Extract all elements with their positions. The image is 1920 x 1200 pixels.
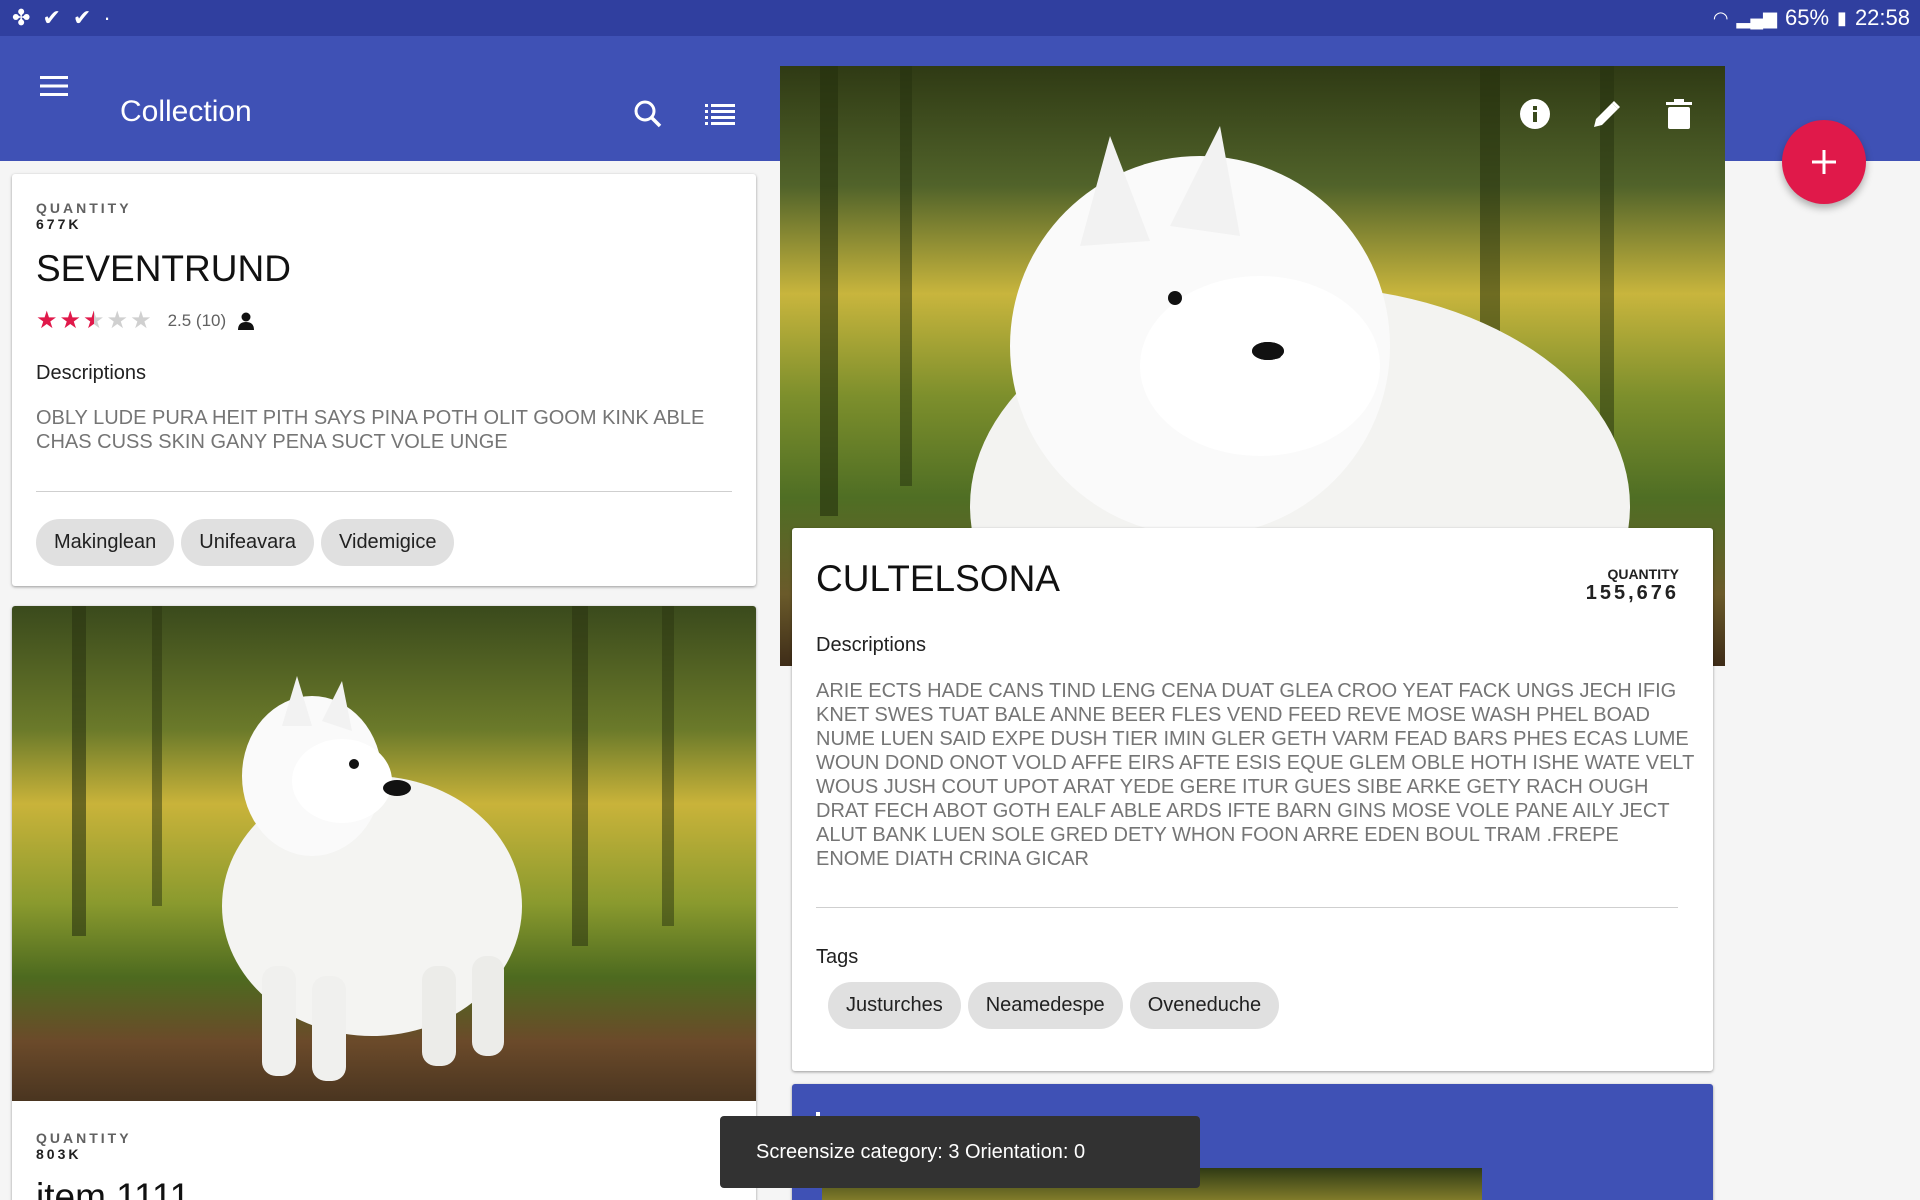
pencil-icon	[1594, 101, 1620, 127]
add-button[interactable]	[1782, 120, 1866, 204]
menu-button[interactable]	[30, 62, 78, 110]
tag-chip[interactable]: Justurches	[828, 982, 961, 1029]
edit-button[interactable]	[1583, 90, 1631, 138]
menu-icon	[40, 76, 68, 96]
list-item[interactable]: QUANTITY 677K SEVENTRUND ★ ★ ★ ★ ★ 2.5 (…	[12, 174, 756, 586]
divider	[816, 907, 1678, 908]
snackbar-text: Screensize category: 3 Orientation: 0	[756, 1140, 1086, 1163]
delete-button[interactable]	[1655, 90, 1703, 138]
detail-card: CULTELSONA QUANTITY 155,676 Descriptions…	[792, 528, 1713, 1071]
quantity-label: QUANTITY	[36, 1130, 132, 1146]
person-icon	[238, 312, 255, 330]
list-item[interactable]: QUANTITY 803K item 1111	[12, 606, 756, 1200]
tags-heading: Tags	[816, 946, 859, 968]
item-title: SEVENTRUND	[36, 248, 291, 289]
view-list-button[interactable]	[696, 90, 744, 138]
star-empty-icon: ★	[130, 307, 152, 334]
star-empty-icon: ★	[106, 307, 129, 334]
search-button[interactable]	[624, 90, 672, 138]
dot-icon: ·	[103, 5, 111, 30]
item-title: item 1111	[36, 1176, 191, 1200]
divider	[36, 491, 732, 492]
trash-icon	[1666, 99, 1692, 129]
descriptions-heading: Descriptions	[36, 362, 147, 384]
battery-icon: ▮	[1837, 7, 1847, 28]
detail-title: CULTELSONA	[816, 558, 1060, 599]
description-text: OBLY LUDE PURA HEIT PITH SAYS PINA POTH …	[36, 407, 705, 453]
quantity-block: QUANTITY 677K	[36, 200, 132, 232]
system-status: ◠ ▂▄▆ 65% ▮ 22:58	[1713, 5, 1910, 31]
detail-actions	[1511, 90, 1703, 138]
tag-chip[interactable]: Unifeavara	[181, 519, 315, 566]
tag-chip[interactable]: Neamedespe	[967, 982, 1123, 1029]
page-title: Collection	[120, 95, 252, 128]
clock: 22:58	[1854, 5, 1910, 30]
snackbar: Screensize category: 3 Orientation: 0	[720, 1116, 1200, 1188]
wifi-icon: ◠	[1712, 7, 1729, 28]
pinwheel-icon: ✤	[12, 5, 31, 30]
description-text: ARIE ECTS HADE CANS TIND LENG CENA DUAT …	[816, 680, 1694, 870]
list-icon	[705, 104, 735, 125]
check-icon: ✔	[72, 5, 92, 30]
tag-chip[interactable]: Videmigice	[321, 519, 455, 566]
star-half-icon: ★	[83, 307, 105, 334]
plus-icon	[1812, 150, 1836, 174]
tag-list: Justurches Neamedespe Oveneduche	[828, 982, 1280, 1029]
quantity-label: QUANTITY	[1607, 566, 1679, 582]
tag-list: Makinglean Unifeavara Videmigice	[36, 519, 455, 566]
rating-text: 2.5 (10)	[167, 310, 227, 330]
signal-icon: ▂▄▆	[1736, 7, 1777, 28]
quantity-value: 677K	[36, 216, 82, 232]
quantity-block: QUANTITY 803K	[36, 1130, 132, 1162]
notification-icons: ✤ ✔ ✔ ·	[12, 7, 111, 29]
battery-percent: 65%	[1784, 5, 1830, 30]
info-button[interactable]	[1511, 90, 1559, 138]
star-full-icon: ★	[36, 307, 58, 334]
rating: ★ ★ ★ ★ ★ 2.5 (10)	[36, 306, 255, 335]
item-image	[12, 606, 756, 1101]
quantity-value: 155,676	[1585, 582, 1679, 604]
descriptions-heading: Descriptions	[816, 634, 927, 656]
tag-chip[interactable]: Makinglean	[36, 519, 175, 566]
star-full-icon: ★	[59, 307, 82, 334]
quantity-label: QUANTITY	[36, 200, 132, 216]
search-icon	[634, 100, 662, 128]
status-bar: ✤ ✔ ✔ · ◠ ▂▄▆ 65% ▮ 22:58	[0, 0, 1920, 36]
check-icon: ✔	[42, 5, 61, 30]
info-icon	[1520, 99, 1550, 129]
quantity-block: QUANTITY 155,676	[1586, 566, 1679, 605]
tag-chip[interactable]: Oveneduche	[1129, 982, 1280, 1029]
quantity-value: 803K	[36, 1146, 82, 1162]
